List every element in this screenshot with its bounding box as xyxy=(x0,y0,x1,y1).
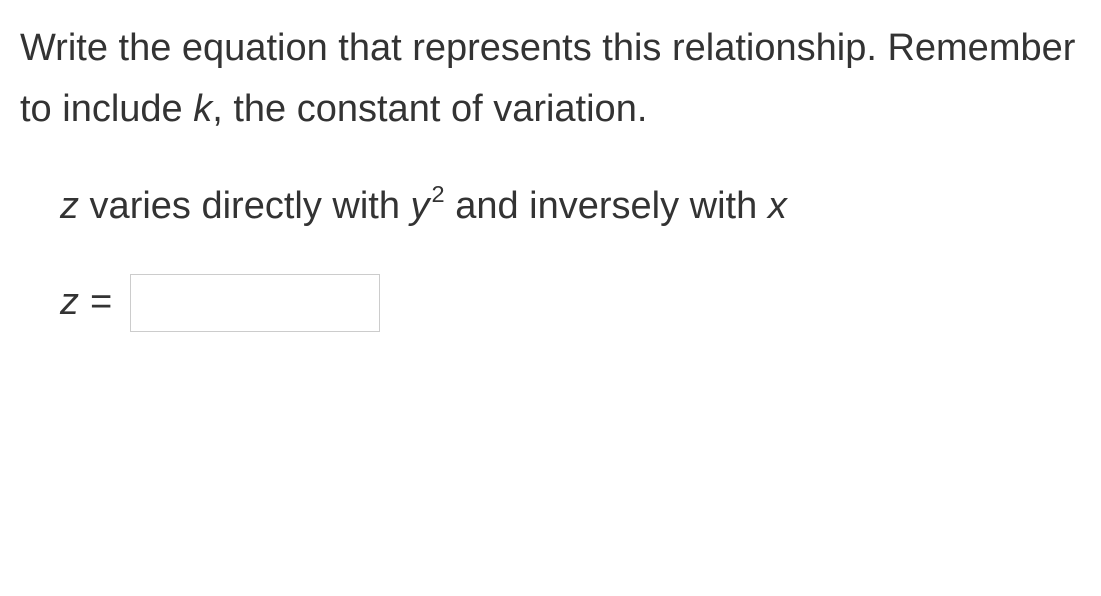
instruction-part2: , the constant of variation. xyxy=(212,88,647,130)
answer-label: z = xyxy=(60,272,112,333)
var-y: y xyxy=(411,185,430,227)
var-z: z xyxy=(60,185,79,227)
instruction-k: k xyxy=(193,88,212,130)
answer-input[interactable] xyxy=(130,274,380,332)
variation-statement: z varies directly with y2 and inversely … xyxy=(60,176,1081,237)
statement-part1: varies directly with xyxy=(79,185,411,227)
answer-z: z xyxy=(60,281,79,323)
answer-equals: = xyxy=(79,281,112,323)
var-x: x xyxy=(768,185,787,227)
statement-part2: and inversely with xyxy=(445,185,768,227)
exponent-2: 2 xyxy=(432,181,445,207)
instruction-text: Write the equation that represents this … xyxy=(20,18,1081,140)
problem-block: z varies directly with y2 and inversely … xyxy=(20,176,1081,334)
answer-row: z = xyxy=(60,272,1081,333)
